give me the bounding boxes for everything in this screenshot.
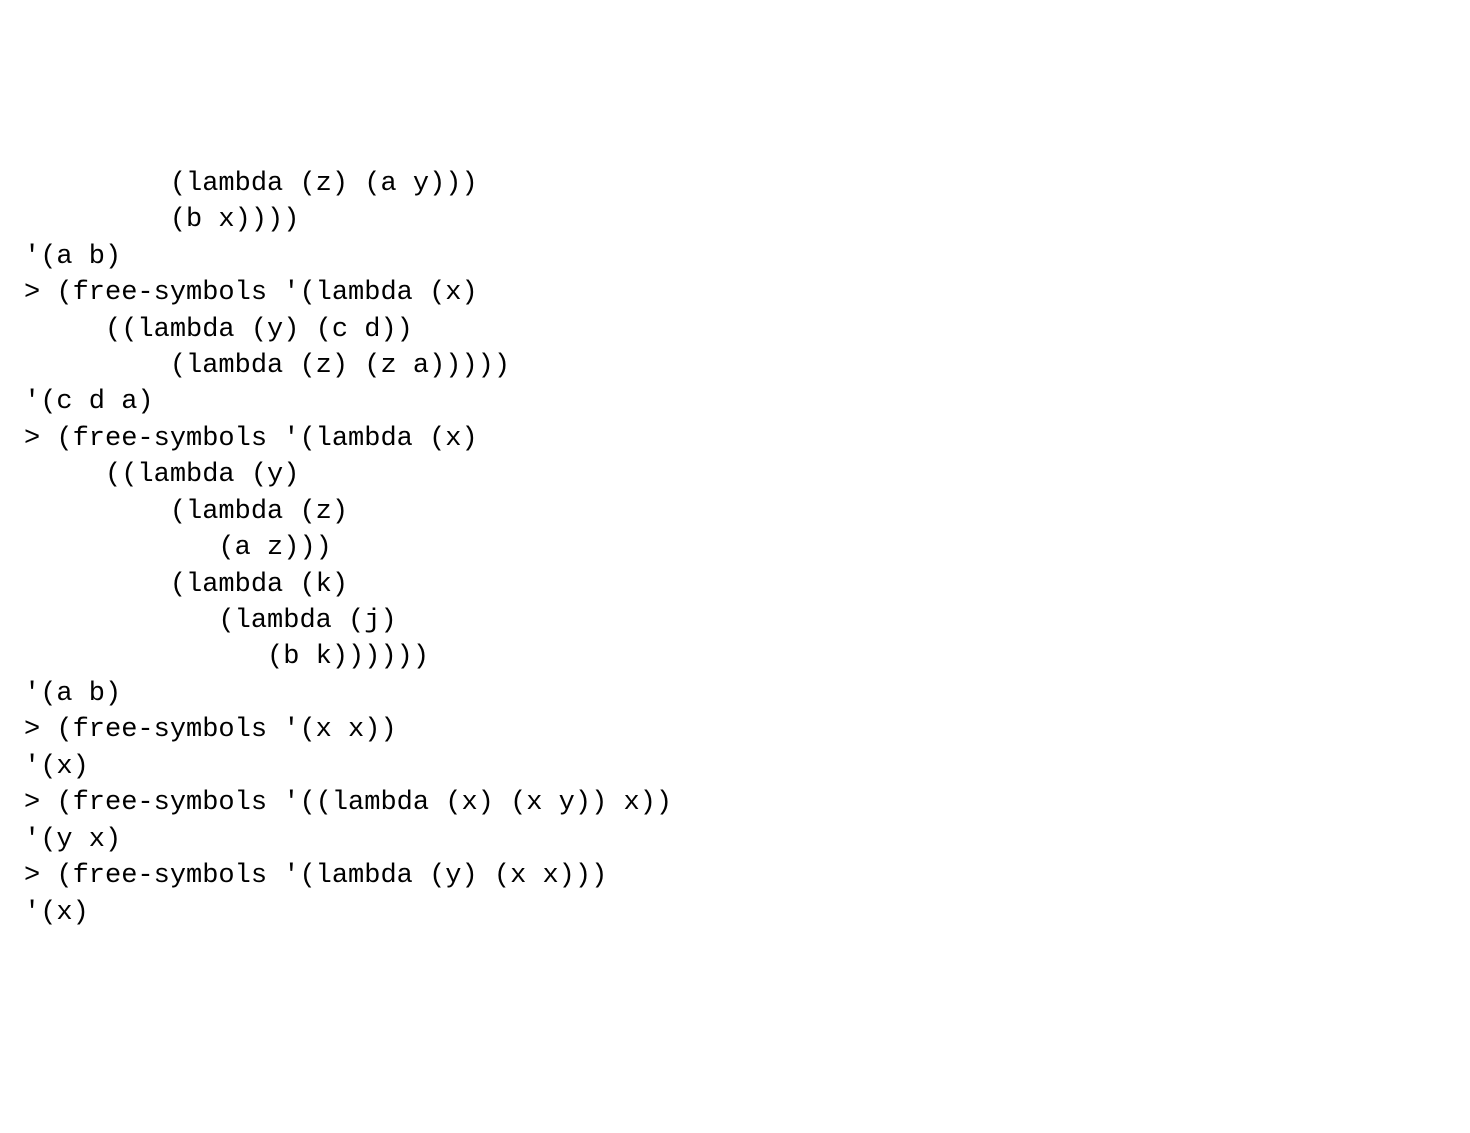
code-listing: (lambda (z) (a y))) (b x)))) '(a b) > (f… xyxy=(24,166,1446,931)
